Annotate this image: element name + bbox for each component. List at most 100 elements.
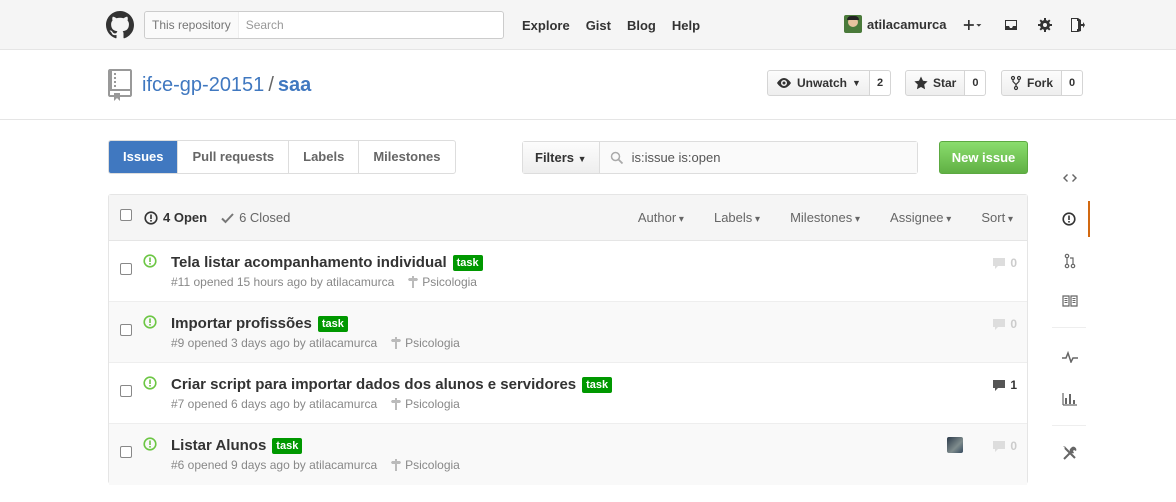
nav-blog[interactable]: Blog <box>627 18 656 33</box>
star-button-group: Star 0 <box>905 70 987 96</box>
sign-out-icon[interactable] <box>1067 15 1087 35</box>
star-label: Star <box>933 76 957 90</box>
gear-icon[interactable] <box>1035 15 1055 35</box>
create-new-plus-icon[interactable] <box>963 15 983 35</box>
milestone-link[interactable]: Psicologia <box>408 275 477 289</box>
task-label[interactable]: task <box>582 376 613 393</box>
avatar <box>844 15 862 33</box>
open-count: 4 Open <box>163 210 208 225</box>
fork-button[interactable]: Fork <box>1001 70 1063 96</box>
issue-opened-info: #11 opened 15 hours ago by atilacamurca <box>171 275 395 289</box>
issue-row: Importar profissões task #9 opened 3 day… <box>109 302 1027 363</box>
github-logo-icon[interactable] <box>106 11 134 39</box>
author-filter[interactable]: Author <box>638 210 684 225</box>
fork-label: Fork <box>1027 76 1054 90</box>
issue-open-icon <box>143 376 157 390</box>
closed-count: 6 Closed <box>239 210 291 225</box>
task-label[interactable]: task <box>272 437 303 454</box>
issue-opened-info: #6 opened 9 days ago by atilacamurca <box>171 458 378 472</box>
new-issue-button[interactable]: New issue <box>939 141 1028 174</box>
issues-icon[interactable] <box>1050 201 1090 237</box>
watch-button-group: Unwatch ▼ 2 <box>767 70 892 96</box>
repo-name-link[interactable]: saa <box>278 74 311 96</box>
graphs-icon[interactable] <box>1050 381 1090 417</box>
comments-link[interactable]: 1 <box>992 378 1017 392</box>
unwatch-label: Unwatch <box>797 76 848 90</box>
labels-filter[interactable]: Labels <box>714 210 760 225</box>
inbox-icon[interactable] <box>1001 15 1021 35</box>
milestone-name: Psicologia <box>405 336 460 350</box>
comments-link[interactable]: 0 <box>992 439 1017 453</box>
milestone-name: Psicologia <box>405 458 460 472</box>
issue-opened-icon <box>144 210 158 225</box>
assignee-filter[interactable]: Assignee <box>890 210 951 225</box>
site-search[interactable]: This repository <box>144 11 504 39</box>
repo-title: ifce-gp-20151/saa <box>142 74 311 97</box>
milestone-name: Psicologia <box>405 397 460 411</box>
settings-icon[interactable] <box>1050 435 1090 471</box>
issue-title-row: Tela listar acompanhamento individual ta… <box>171 254 483 271</box>
assignee-avatar[interactable] <box>947 437 963 453</box>
task-label[interactable]: task <box>317 315 348 332</box>
issue-row: Criar script para importar dados dos alu… <box>109 363 1027 424</box>
user-menu[interactable]: atilacamurca <box>844 15 947 33</box>
nav-explore[interactable]: Explore <box>522 18 570 33</box>
comments-link[interactable]: 0 <box>992 317 1017 331</box>
issue-checkbox[interactable] <box>120 385 132 397</box>
milestones-filter[interactable]: Milestones <box>790 210 860 225</box>
sort-filter[interactable]: Sort <box>981 210 1013 225</box>
issue-title-link[interactable]: Criar script para importar dados dos alu… <box>171 376 576 393</box>
issue-title-link[interactable]: Importar profissões <box>171 315 312 332</box>
nav-gist[interactable]: Gist <box>586 18 611 33</box>
closed-issues-link[interactable]: 6 Closed <box>221 210 290 225</box>
filters-dropdown[interactable]: Filters ▼ <box>523 142 600 173</box>
tab-labels[interactable]: Labels <box>289 141 360 173</box>
comments-link[interactable]: 0 <box>992 256 1017 270</box>
select-all-checkbox[interactable] <box>120 209 132 221</box>
comment-count: 0 <box>1010 256 1017 270</box>
caret-down-icon: ▼ <box>577 154 587 164</box>
username[interactable]: atilacamurca <box>867 17 947 32</box>
pull-request-icon[interactable] <box>1050 243 1090 279</box>
issue-opened-info: #7 opened 6 days ago by atilacamurca <box>171 397 378 411</box>
milestone-link[interactable]: Psicologia <box>391 458 460 472</box>
issue-meta: #7 opened 6 days ago by atilacamurca Psi… <box>171 397 460 411</box>
search-input[interactable] <box>238 12 503 38</box>
star-button[interactable]: Star <box>905 70 966 96</box>
nav-help[interactable]: Help <box>672 18 700 33</box>
issue-checkbox[interactable] <box>120 263 132 275</box>
tab-milestones[interactable]: Milestones <box>359 141 454 173</box>
milestone-icon <box>391 459 402 471</box>
issues-list-header: 4 Open 6 Closed Author Labels Milestones… <box>109 195 1027 241</box>
star-count[interactable]: 0 <box>965 70 987 96</box>
task-label[interactable]: task <box>452 254 483 271</box>
issue-title-link[interactable]: Tela listar acompanhamento individual <box>171 254 447 271</box>
pulse-icon[interactable] <box>1050 339 1090 375</box>
filters-label: Filters <box>535 150 575 165</box>
issue-row: Listar Alunos task #6 opened 9 days ago … <box>109 424 1027 485</box>
search-scope: This repository <box>145 12 239 38</box>
watch-count[interactable]: 2 <box>869 70 892 96</box>
issue-filter-box: Filters ▼ is:issue is:open <box>522 141 918 174</box>
comment-icon <box>993 257 1006 269</box>
top-nav: Explore Gist Blog Help <box>522 18 716 33</box>
fork-count[interactable]: 0 <box>1062 70 1084 96</box>
issue-search-input[interactable]: is:issue is:open <box>599 142 917 173</box>
issue-title-link[interactable]: Listar Alunos <box>171 437 266 454</box>
unwatch-button[interactable]: Unwatch ▼ <box>767 70 870 96</box>
milestone-link[interactable]: Psicologia <box>391 336 460 350</box>
tab-issues[interactable]: Issues <box>109 141 179 173</box>
open-issues-link[interactable]: 4 Open <box>144 210 207 225</box>
tab-pull-requests[interactable]: Pull requests <box>178 141 290 173</box>
eye-icon <box>777 78 791 88</box>
fork-icon <box>1010 75 1022 91</box>
code-icon[interactable] <box>1050 160 1090 196</box>
comment-icon <box>993 318 1006 330</box>
issue-checkbox[interactable] <box>120 446 132 458</box>
wiki-icon[interactable] <box>1050 283 1090 319</box>
issue-title-row: Listar Alunos task <box>171 437 303 454</box>
issue-open-icon <box>143 315 157 329</box>
issue-checkbox[interactable] <box>120 324 132 336</box>
milestone-link[interactable]: Psicologia <box>391 397 460 411</box>
repo-owner-link[interactable]: ifce-gp-20151 <box>142 74 264 96</box>
